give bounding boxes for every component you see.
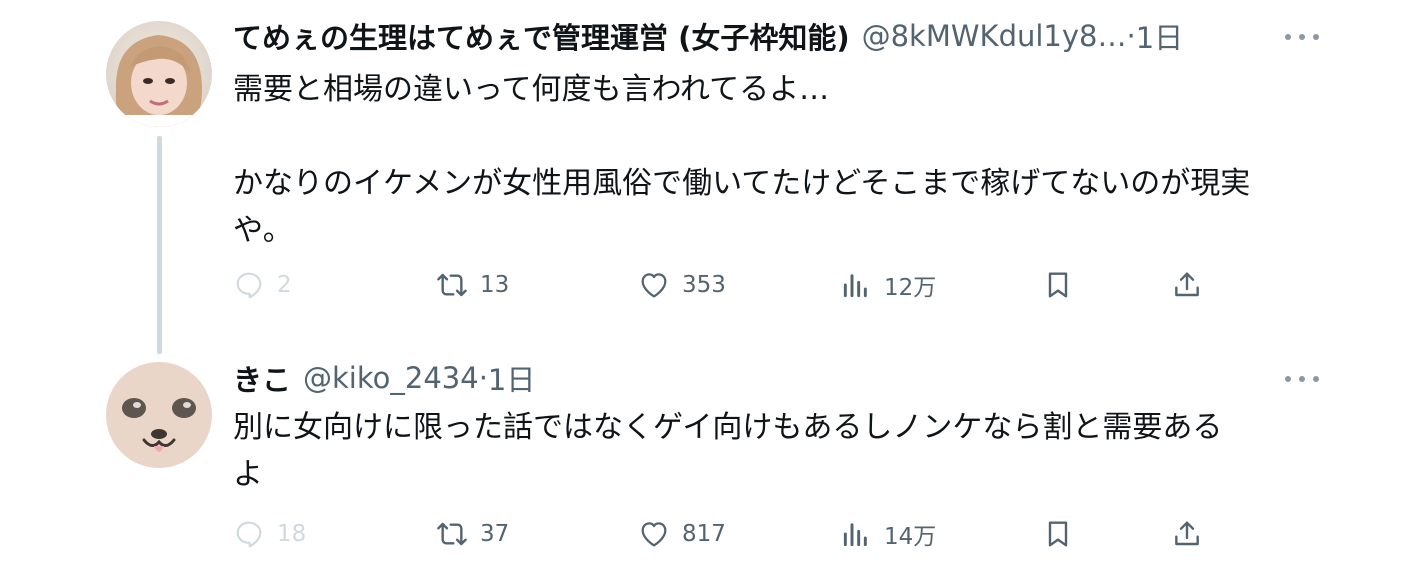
more-icon[interactable] [1285, 27, 1319, 47]
tweet-2[interactable]: きこ @kiko_2434 · 1日 別に女向けに限った話ではなくゲイ向けもある… [0, 330, 1427, 569]
thread-connector-line [157, 136, 162, 354]
like-count: 353 [682, 272, 726, 298]
tweet-text-line: 需要と相場の違いって何度も言われてるよ… [233, 72, 830, 107]
bookmark-icon [1048, 272, 1068, 298]
retweet-icon [437, 273, 467, 297]
tweet-text: 需要と相場の違いって何度も言われてるよ… かなりのイケメンが女性用風俗で働いてた… [233, 66, 1323, 254]
tweet-actions: 18 37 817 14万 [0, 514, 1427, 554]
share-button[interactable] [1171, 265, 1203, 305]
tweet-actions: 2 13 353 12万 [0, 265, 1427, 305]
reply-count: 2 [277, 272, 292, 298]
display-name[interactable]: てめぇの生理はてめぇで管理運営 (女子枠知能) [233, 15, 850, 57]
tweet-header: てめぇの生理はてめぇで管理運営 (女子枠知能) @8kMWKdul1y8… · … [233, 16, 1183, 56]
tweet-text-line: 別に女向けに限った話ではなくゲイ向けもあるしノンケなら割と需要ある [233, 410, 1223, 445]
like-button[interactable]: 353 [638, 265, 726, 305]
views-count: 12万 [884, 275, 937, 301]
bookmark-icon [1048, 521, 1068, 547]
like-icon [641, 522, 667, 547]
reply-icon [236, 521, 262, 548]
tweet-text-line [233, 113, 1323, 160]
timestamp[interactable]: 1日 [488, 357, 535, 399]
tweet-1[interactable]: てめぇの生理はてめぇで管理運営 (女子枠知能) @8kMWKdul1y8… · … [0, 0, 1427, 354]
tweet-text-line: かなりのイケメンが女性用風俗で働いてたけどそこまで稼げてないのが現実 [233, 166, 1251, 201]
reply-icon [236, 272, 262, 299]
retweet-count: 37 [480, 521, 510, 547]
avatar-user-2[interactable] [106, 362, 212, 468]
tweet-text-line: や。 [233, 213, 293, 248]
views-icon [843, 523, 867, 547]
user-handle[interactable]: @8kMWKdul1y8… [862, 19, 1127, 53]
reply-count: 18 [277, 521, 307, 547]
retweet-button[interactable]: 37 [436, 514, 509, 554]
display-name[interactable]: きこ [233, 357, 291, 399]
views-button[interactable]: 14万 [840, 514, 936, 554]
views-count: 14万 [884, 524, 937, 550]
separator-dot: · [1126, 19, 1136, 53]
tweet-text-line: よ [233, 457, 263, 492]
share-button[interactable] [1171, 514, 1203, 554]
tweet-header: きこ @kiko_2434 · 1日 [233, 358, 535, 398]
tweet-text: 別に女向けに限った話ではなくゲイ向けもあるしノンケなら割と需要ある よ [233, 404, 1323, 498]
like-button[interactable]: 817 [638, 514, 726, 554]
views-button[interactable]: 12万 [840, 265, 936, 305]
retweet-count: 13 [480, 272, 510, 298]
bookmark-button[interactable] [1042, 265, 1074, 305]
seal-illustration-avatar [106, 362, 212, 468]
user-handle[interactable]: @kiko_2434 [303, 361, 479, 395]
avatar-user-1[interactable] [106, 21, 212, 127]
user-photo-avatar [106, 21, 212, 127]
separator-dot: · [478, 361, 488, 395]
like-count: 817 [682, 521, 726, 547]
share-icon [1175, 521, 1199, 546]
retweet-button[interactable]: 13 [436, 265, 509, 305]
more-icon[interactable] [1285, 369, 1319, 389]
reply-button[interactable]: 2 [233, 265, 292, 305]
bookmark-button[interactable] [1042, 514, 1074, 554]
like-icon [641, 273, 667, 298]
share-icon [1175, 272, 1199, 297]
views-icon [843, 274, 867, 298]
retweet-icon [437, 522, 467, 546]
reply-button[interactable]: 18 [233, 514, 306, 554]
timestamp[interactable]: 1日 [1136, 15, 1183, 57]
